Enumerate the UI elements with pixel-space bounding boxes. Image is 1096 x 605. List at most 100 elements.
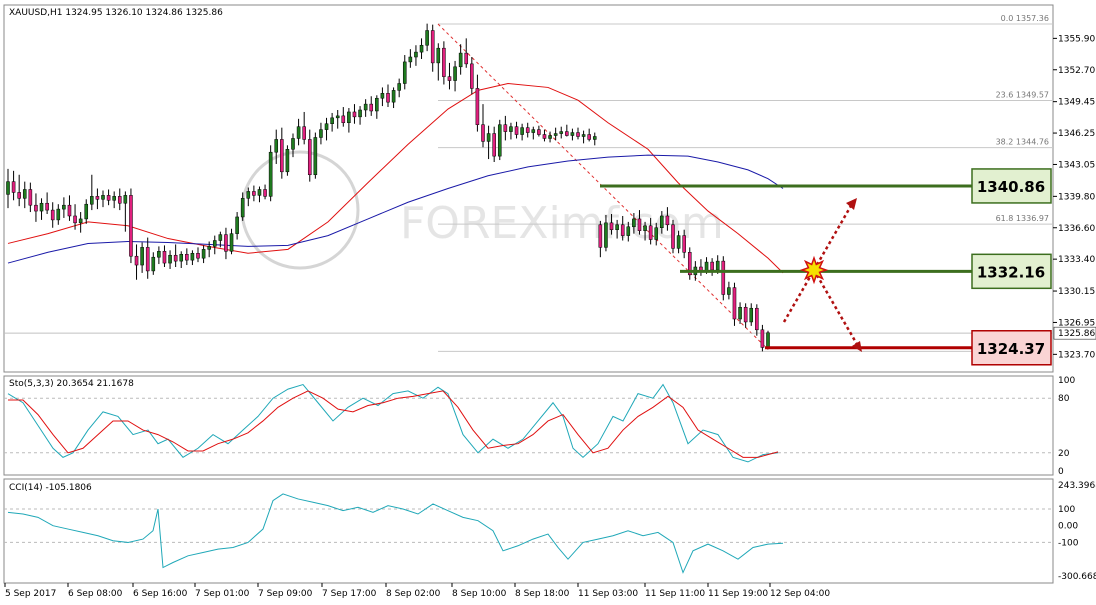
candle-bull [101,195,105,200]
fib-label: 0.0 1357.36 [1001,14,1049,23]
candle-bear [17,192,21,199]
candle-bear [196,253,200,259]
candle-bear [732,287,737,320]
x-tick-label: 7 Sep 17:00 [322,589,377,599]
y-tick-label: 1349.45 [1058,98,1095,108]
x-tick-label: 6 Sep 08:00 [68,589,123,599]
candle-bear [28,189,33,206]
x-tick-label: 5 Sep 2017 [5,589,56,599]
candle-bear [514,126,519,135]
candle-bear [598,224,603,248]
candle-bull [235,216,239,234]
candle-bear [352,111,357,118]
candle-bull [497,124,502,157]
candle-bear [743,306,748,323]
x-tick-label: 11 Sep 11:00 [645,589,705,599]
candle-bull [425,30,429,46]
candle-bull [531,129,536,133]
candle-bull [246,191,251,199]
candle-bull [240,198,245,218]
candle-bull [704,261,709,272]
candle-bear [280,139,284,173]
y-tick-label: 1323.70 [1058,350,1095,360]
candle-bear [34,204,38,212]
candle-bear [587,134,591,140]
current-price-label: 1325.86 [1058,329,1095,339]
candle-bear [263,189,267,197]
fib-label: 38.2 1344.76 [996,138,1049,147]
candle-bear [671,224,675,249]
candle-bull [347,111,351,124]
candle-bear [648,225,653,240]
candle-bear [475,88,480,125]
candle-bull [509,126,513,132]
candle-bear [185,253,189,261]
candle-bull [6,181,10,195]
candle-bull [330,117,334,124]
candle-bear [637,218,642,231]
candle-bear [576,132,580,137]
stoch-tick-label: 0 [1058,467,1064,477]
candle-bull [218,234,223,241]
candle-bear [565,131,569,136]
candle-bear [45,202,49,211]
x-tick-label: 7 Sep 09:00 [258,589,313,599]
candle-bear [464,52,469,65]
stochastic-panel-frame [3,375,1054,476]
main-panel-frame [3,4,1054,373]
candle-bull [486,133,491,142]
cci-tick-label: 243.3968 [1058,481,1096,491]
x-tick-label: 6 Sep 16:00 [133,589,188,599]
candle-bull [140,247,144,266]
candle-bull [268,151,273,197]
candle-bull [402,61,407,84]
cci-panel-frame [3,478,1054,584]
candle-bear [369,103,374,112]
candle-bull [615,224,619,230]
candle-bull [766,332,770,348]
candle-bear [442,47,446,77]
y-tick-label: 1330.15 [1058,287,1095,297]
x-tick-label: 12 Sep 04:00 [770,589,830,599]
candle-bear [537,129,541,135]
candle-bull [414,51,418,58]
candle-bull [78,218,83,224]
candle-bear [542,134,547,139]
candle-bull [749,307,754,323]
candle-bull [626,226,631,236]
candle-bear [11,181,16,193]
candle-bull [257,189,262,196]
candle-bull [151,256,156,272]
cci-tick-label: -300.6688 [1058,572,1096,582]
candle-bull [168,254,172,264]
y-tick-label: 1355.90 [1058,34,1095,44]
candle-bear [129,195,133,257]
cci-tick-label: 100 [1058,505,1075,515]
y-tick-label: 1339.80 [1058,192,1095,202]
stoch-tick-label: 80 [1058,394,1070,404]
candle-bear [73,215,77,224]
y-tick-label: 1352.70 [1058,66,1095,76]
candle-bull [285,148,290,173]
candle-bear [481,124,485,142]
starburst-icon [799,255,829,285]
candle-bull [39,202,44,212]
candle-bull [291,138,295,150]
x-tick-label: 7 Sep 01:00 [195,589,250,599]
candle-bear [682,235,686,253]
cci-tick-label: -100 [1058,538,1079,548]
y-tick-label: 1343.05 [1058,160,1095,170]
candle-bear [721,260,726,295]
candle-bull [643,225,647,231]
trading-chart[interactable]: FOREXimf.com 0.0 1357.36 23.6 1349.57 38.2… [0,0,1096,605]
stochastic-label: Sto(5,3,3) 20.3654 21.1678 [9,379,134,389]
watermark-text: FOREXimf.com [400,198,724,249]
candle-bull [553,133,558,136]
candle-bull [335,115,340,119]
candle-bull [408,56,413,63]
candle-bear [173,254,178,262]
candle-bull [112,196,116,201]
candle-bear [341,115,346,124]
candle-bull [212,240,217,247]
candle-bull [190,253,195,261]
